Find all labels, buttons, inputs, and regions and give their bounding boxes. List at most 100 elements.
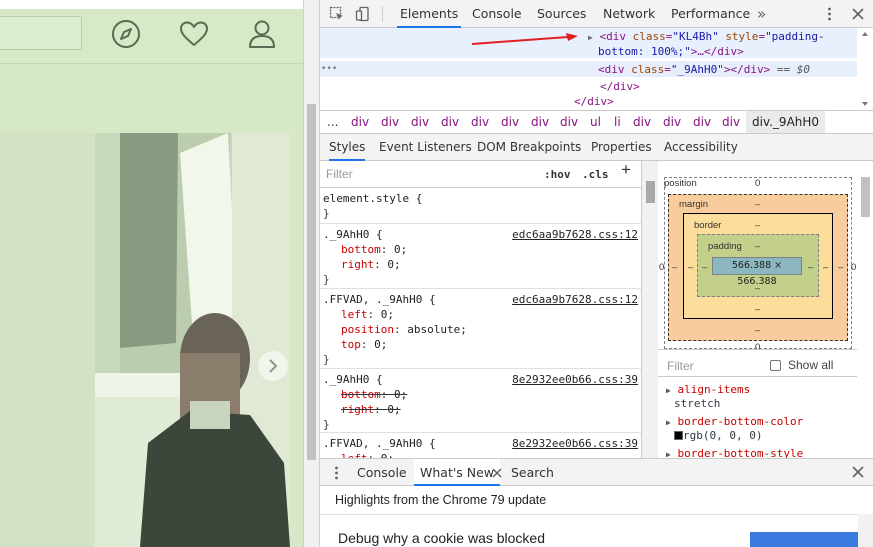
box-margin-top[interactable]: –	[755, 199, 760, 210]
rule-source-link[interactable]: edc6aa9b7628.css:12	[512, 227, 638, 242]
drawer-tab-search[interactable]: Search	[511, 459, 554, 486]
tab-console[interactable]: Console	[469, 0, 525, 28]
profile-user-icon[interactable]	[246, 18, 278, 50]
computed-filter-input[interactable]: Filter	[667, 359, 694, 373]
new-style-rule-button[interactable]: +	[621, 161, 631, 178]
breadcrumb-item[interactable]: div	[411, 111, 429, 133]
rule-selector[interactable]: element.style {	[323, 191, 422, 206]
breadcrumb-selected[interactable]: div._9AhH0	[746, 111, 826, 133]
styles-scrollbar-thumb[interactable]	[646, 181, 655, 203]
class-toggle[interactable]: .cls	[582, 167, 609, 182]
breadcrumb-item[interactable]: div	[381, 111, 399, 133]
rule-selector[interactable]: ._9AhH0 {	[323, 227, 383, 242]
box-padding-top[interactable]: –	[755, 241, 760, 252]
box-position-top[interactable]: 0	[755, 178, 760, 189]
breadcrumb-item[interactable]: div	[441, 111, 459, 133]
close-tab-icon[interactable]	[492, 468, 502, 478]
overridden-property[interactable]: bottom: 0;	[341, 387, 407, 402]
sidebar-scrollbar-thumb[interactable]	[861, 177, 870, 217]
box-margin-bottom[interactable]: –	[755, 325, 760, 336]
box-padding-right[interactable]: –	[808, 262, 813, 273]
inspect-element-icon[interactable]	[329, 6, 345, 22]
breadcrumb-item[interactable]: li	[614, 111, 621, 133]
box-margin-right[interactable]: –	[838, 262, 843, 273]
computed-property[interactable]: ▶ border-bottom-style	[666, 447, 803, 458]
subtab-event-listeners[interactable]: Event Listeners	[379, 134, 472, 161]
explore-compass-icon[interactable]	[110, 18, 142, 50]
style-property[interactable]: position: absolute;	[341, 322, 467, 337]
rule-source-link[interactable]: 8e2932ee0b66.css:39	[512, 436, 638, 451]
style-property[interactable]: top: 0;	[341, 337, 387, 352]
breadcrumb-item[interactable]: div	[471, 111, 489, 133]
breadcrumb-item[interactable]: div	[633, 111, 651, 133]
subtab-dom-breakpoints[interactable]: DOM Breakpoints	[477, 134, 581, 161]
close-drawer-icon[interactable]	[852, 466, 864, 478]
rule-selector[interactable]: .FFVAD, ._9AhH0 {	[323, 292, 436, 307]
drawer-scrollbar[interactable]	[858, 514, 873, 547]
expand-triangle-icon[interactable]: ▶	[666, 450, 671, 458]
style-property[interactable]: right: 0;	[341, 257, 401, 272]
subtab-accessibility[interactable]: Accessibility	[664, 134, 738, 161]
box-position-right[interactable]: 0	[851, 262, 856, 273]
rule-source-link[interactable]: edc6aa9b7628.css:12	[512, 292, 638, 307]
hover-state-toggle[interactable]: :hov	[544, 167, 571, 182]
tab-performance[interactable]: Performance	[668, 0, 753, 28]
styles-filter-input[interactable]: Filter	[326, 167, 353, 182]
drawer-menu-icon[interactable]	[335, 466, 338, 480]
breadcrumb-more[interactable]: ...	[327, 111, 338, 133]
overridden-property[interactable]: right: 0;	[341, 402, 401, 417]
dom-node-kl4bh[interactable]: ▶ <div class="KL4Bh" style="padding-	[588, 29, 825, 45]
box-border-left[interactable]: –	[688, 262, 693, 273]
rule-source-link[interactable]: 8e2932ee0b66.css:39	[512, 372, 638, 387]
color-swatch[interactable]	[674, 431, 683, 440]
device-toolbar-icon[interactable]	[355, 6, 371, 22]
breadcrumb-item[interactable]: div	[663, 111, 681, 133]
box-padding-left[interactable]: –	[702, 262, 707, 273]
breadcrumb-item[interactable]: div	[531, 111, 549, 133]
overridden-property[interactable]: left: 0;	[341, 451, 394, 458]
close-devtools-icon[interactable]	[851, 7, 865, 21]
sidebar-scrollbar[interactable]	[857, 161, 873, 349]
drawer-tab-whats-new[interactable]: What's New	[414, 459, 501, 486]
show-all-checkbox[interactable]	[770, 360, 781, 371]
rule-selector[interactable]: ._9AhH0 {	[323, 372, 383, 387]
subtab-properties[interactable]: Properties	[591, 134, 652, 161]
whats-new-item-thumbnail[interactable]	[750, 532, 858, 547]
box-position-left[interactable]: 0	[659, 262, 664, 273]
expand-triangle-icon[interactable]: ▶	[666, 418, 671, 427]
customize-devtools-icon[interactable]	[828, 7, 831, 21]
page-scrollbar-thumb[interactable]	[307, 104, 316, 460]
breadcrumb-item[interactable]: div	[501, 111, 519, 133]
breadcrumb-item[interactable]: ul	[590, 111, 601, 133]
subtab-styles[interactable]: Styles	[329, 134, 366, 161]
box-margin-left[interactable]: –	[672, 262, 677, 273]
computed-property[interactable]: ▶ align-items	[666, 383, 750, 398]
breadcrumb-item[interactable]: div	[351, 111, 369, 133]
rule-selector[interactable]: .FFVAD, ._9AhH0 {	[323, 436, 436, 451]
box-content-size[interactable]: 566.388 × 566.388	[712, 257, 802, 287]
dom-tree-scrollbar[interactable]	[857, 28, 873, 110]
tab-network[interactable]: Network	[600, 0, 658, 28]
box-border-right[interactable]: –	[823, 262, 828, 273]
style-property[interactable]: left: 0;	[341, 307, 394, 322]
breadcrumb-item[interactable]: div	[722, 111, 740, 133]
whats-new-item-link[interactable]: Debug why a cookie was blocked	[338, 530, 545, 546]
box-border-top[interactable]: –	[755, 220, 760, 231]
site-search-input[interactable]	[0, 16, 82, 50]
post-photo[interactable]	[0, 133, 290, 547]
next-image-button[interactable]	[258, 351, 288, 381]
page-scrollbar[interactable]	[303, 0, 320, 547]
activity-heart-icon[interactable]	[178, 18, 210, 50]
dom-node-9ahh0[interactable]: <div class="_9AhH0"></div> == $0	[598, 62, 810, 77]
box-border-bottom[interactable]: –	[755, 304, 760, 315]
style-property[interactable]: bottom: 0;	[341, 242, 407, 257]
expand-triangle-icon[interactable]: ▶	[666, 386, 671, 395]
styles-scrollbar[interactable]	[642, 161, 658, 458]
computed-property[interactable]: ▶ border-bottom-color	[666, 415, 803, 430]
dom-row-menu-icon[interactable]: •••	[321, 62, 337, 77]
more-tabs-button[interactable]: »	[757, 0, 766, 28]
tab-sources[interactable]: Sources	[534, 0, 589, 28]
breadcrumb-item[interactable]: div	[693, 111, 711, 133]
tab-elements[interactable]: Elements	[397, 0, 462, 28]
expand-triangle-icon[interactable]: ▶	[588, 33, 593, 42]
